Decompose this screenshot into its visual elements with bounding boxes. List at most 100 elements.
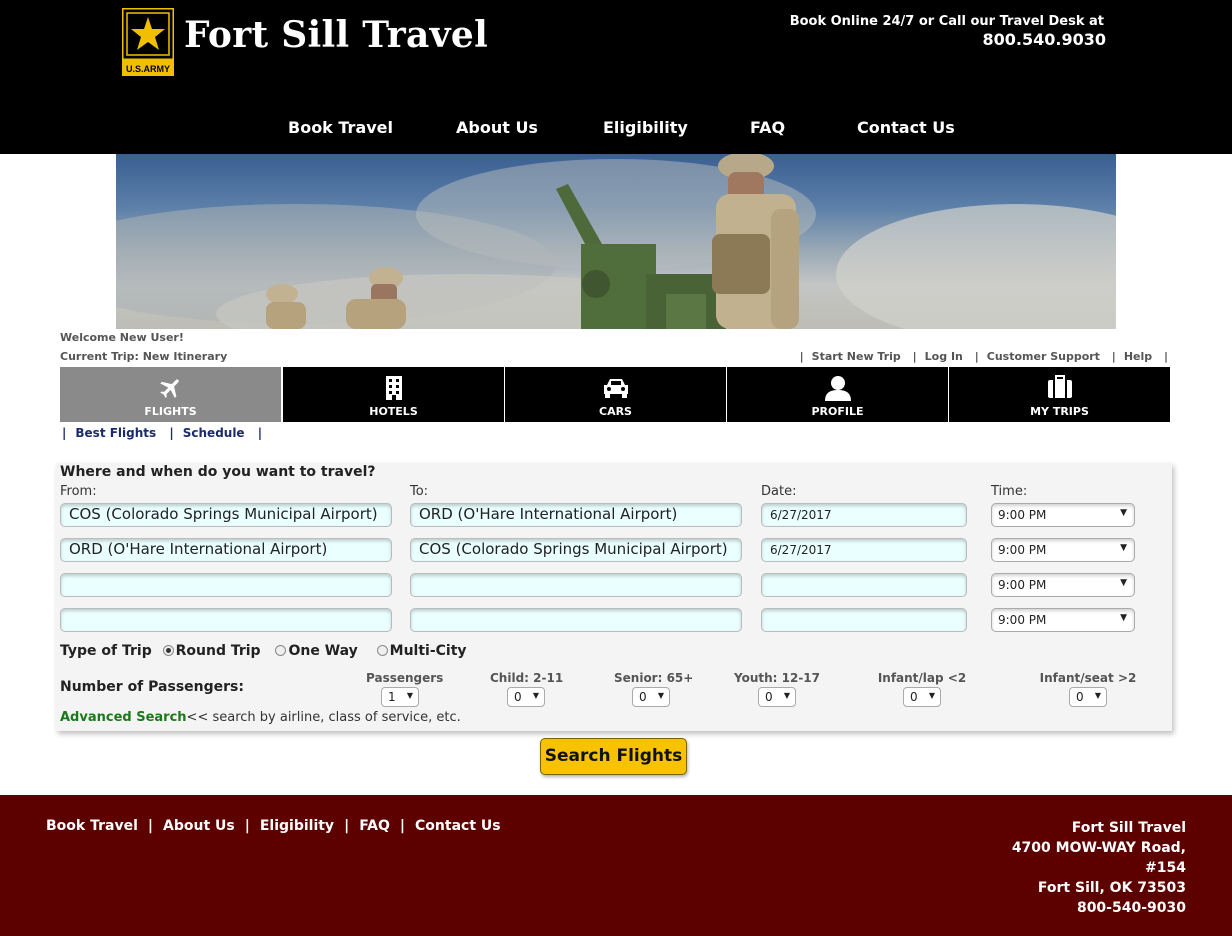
trip-type-row: Type of Trip Round Trip One Way Multi-Ci… xyxy=(60,643,467,659)
suitcase-icon xyxy=(1047,375,1072,398)
multi-city-radio[interactable] xyxy=(376,644,388,656)
child-select[interactable]: 0 ▼ xyxy=(507,687,545,707)
trip-type-label: Type of Trip xyxy=(60,643,152,659)
chevron-down-icon: ▼ xyxy=(783,691,790,700)
footer-faq[interactable]: FAQ xyxy=(359,818,390,834)
child-col-label: Child: 2-11 xyxy=(490,671,564,685)
utility-links: | Start New Trip | Log In | Customer Suppor… xyxy=(799,350,1168,363)
infant-seat-col-label: Infant/seat >2 xyxy=(1039,671,1137,685)
footer-contact-us[interactable]: Contact Us xyxy=(415,818,501,834)
address-line: Fort Sill, OK 73503 xyxy=(1037,880,1186,896)
help-link[interactable]: Help xyxy=(1124,350,1152,363)
youth-select[interactable]: 0 ▼ xyxy=(758,687,796,707)
one-way-radio[interactable] xyxy=(275,644,287,656)
chevron-down-icon: ▼ xyxy=(657,691,664,700)
nav-about-us[interactable]: About Us xyxy=(456,118,538,137)
address-line: #154 xyxy=(1145,860,1186,876)
infant-seat-select[interactable]: 0 ▼ xyxy=(1069,687,1107,707)
time-select-4[interactable]: 9:00 PM ▼ xyxy=(991,608,1135,632)
tab-flights[interactable]: FLIGHTS xyxy=(60,367,281,422)
army-logo[interactable]: U.S.ARMY xyxy=(120,6,176,76)
child-value: 0 xyxy=(514,690,522,704)
current-trip-text: Current Trip: New Itinerary xyxy=(60,350,228,363)
time-value: 9:00 PM xyxy=(998,613,1047,627)
time-select-3[interactable]: 9:00 PM ▼ xyxy=(991,573,1135,597)
to-input-2[interactable]: COS (Colorado Springs Municipal Airport) xyxy=(410,538,742,562)
time-value: 9:00 PM xyxy=(998,578,1047,592)
advanced-search-hint: << search by airline, class of service, … xyxy=(186,710,461,725)
time-select-1[interactable]: 9:00 PM ▼ xyxy=(991,503,1135,527)
book-online-text: Book Online 24/7 or Call our Travel Desk… xyxy=(789,14,1104,29)
plane-icon xyxy=(159,379,179,398)
infant-lap-select[interactable]: 0 ▼ xyxy=(903,687,941,707)
time-label: Time: xyxy=(991,484,1028,499)
tab-my-trips[interactable]: MY TRIPS xyxy=(949,367,1170,422)
log-in-link[interactable]: Log In xyxy=(925,350,963,363)
advanced-search-link[interactable]: Advanced Search xyxy=(60,710,187,725)
youth-col-label: Youth: 12-17 xyxy=(733,671,820,685)
site-title[interactable]: Fort Sill Travel xyxy=(184,14,488,56)
round-trip-label[interactable]: Round Trip xyxy=(176,643,261,659)
infant-lap-col-label: Infant/lap <2 xyxy=(877,671,967,685)
date-input-2[interactable]: 6/27/2017 xyxy=(761,538,967,562)
tab-label: CARS xyxy=(599,405,632,418)
best-flights-link[interactable]: Best Flights xyxy=(75,426,156,440)
footer-book-travel[interactable]: Book Travel xyxy=(46,818,138,834)
date-input-3[interactable] xyxy=(761,573,967,597)
chevron-down-icon: ▼ xyxy=(406,691,413,700)
passengers-col-label: Passengers xyxy=(366,671,444,685)
nav-eligibility[interactable]: Eligibility xyxy=(603,118,688,137)
search-question: Where and when do you want to travel? xyxy=(60,464,376,480)
time-select-2[interactable]: 9:00 PM ▼ xyxy=(991,538,1135,562)
chevron-down-icon: ▼ xyxy=(928,691,935,700)
page: U.S.ARMY Fort Sill Travel Book Online 24… xyxy=(0,0,1232,936)
to-input-1[interactable]: ORD (O'Hare International Airport) xyxy=(410,503,742,527)
address-line: Fort Sill Travel xyxy=(1071,820,1186,836)
customer-support-link[interactable]: Customer Support xyxy=(987,350,1100,363)
senior-select[interactable]: 0 ▼ xyxy=(632,687,670,707)
tab-profile[interactable]: PROFILE xyxy=(727,367,948,422)
advanced-search-row: Advanced Search<< search by airline, cla… xyxy=(60,710,461,725)
passengers-label: Number of Passengers: xyxy=(60,679,244,695)
start-new-trip-link[interactable]: Start New Trip xyxy=(812,350,901,363)
nav-book-travel[interactable]: Book Travel xyxy=(288,118,393,137)
tab-label: PROFILE xyxy=(811,405,864,418)
from-input-4[interactable] xyxy=(60,608,392,632)
time-value: 9:00 PM xyxy=(998,543,1047,557)
multi-city-label[interactable]: Multi-City xyxy=(390,643,467,659)
tab-label: MY TRIPS xyxy=(1030,405,1089,418)
site-footer: Book Travel | About Us | Eligibility | FAQ | Con… xyxy=(0,795,1232,936)
footer-eligibility[interactable]: Eligibility xyxy=(260,818,334,834)
tab-label: FLIGHTS xyxy=(144,405,197,418)
one-way-label[interactable]: One Way xyxy=(288,643,357,659)
chevron-down-icon: ▼ xyxy=(532,691,539,700)
round-trip-radio[interactable] xyxy=(162,644,174,656)
to-input-3[interactable] xyxy=(410,573,742,597)
nav-faq[interactable]: FAQ xyxy=(750,118,785,137)
from-input-2[interactable]: ORD (O'Hare International Airport) xyxy=(60,538,392,562)
time-value: 9:00 PM xyxy=(998,508,1047,522)
car-icon xyxy=(603,379,628,398)
senior-col-label: Senior: 65+ xyxy=(614,671,694,685)
footer-address: Fort Sill Travel 4700 MOW-WAY Road, #154… xyxy=(1012,818,1186,918)
date-input-1[interactable]: 6/27/2017 xyxy=(761,503,967,527)
chevron-down-icon: ▼ xyxy=(1120,578,1127,588)
search-flights-button[interactable]: Search Flights xyxy=(540,738,687,775)
hero-image xyxy=(116,154,1116,329)
date-label: Date: xyxy=(761,484,797,499)
schedule-link[interactable]: Schedule xyxy=(183,426,245,440)
to-input-4[interactable] xyxy=(410,608,742,632)
date-input-4[interactable] xyxy=(761,608,967,632)
main-nav: Book Travel About Us Eligibility FAQ Con… xyxy=(0,118,1232,142)
nav-contact-us[interactable]: Contact Us xyxy=(857,118,955,137)
from-input-3[interactable] xyxy=(60,573,392,597)
from-input-1[interactable]: COS (Colorado Springs Municipal Airport) xyxy=(60,503,392,527)
footer-about-us[interactable]: About Us xyxy=(163,818,235,834)
logo-text: U.S.ARMY xyxy=(126,64,170,74)
tab-hotels[interactable]: HOTELS xyxy=(283,367,504,422)
tab-label: HOTELS xyxy=(369,405,418,418)
tab-cars[interactable]: CARS xyxy=(505,367,726,422)
from-label: From: xyxy=(60,484,97,499)
passengers-select[interactable]: 1 ▼ xyxy=(381,687,419,707)
to-label: To: xyxy=(410,484,429,499)
